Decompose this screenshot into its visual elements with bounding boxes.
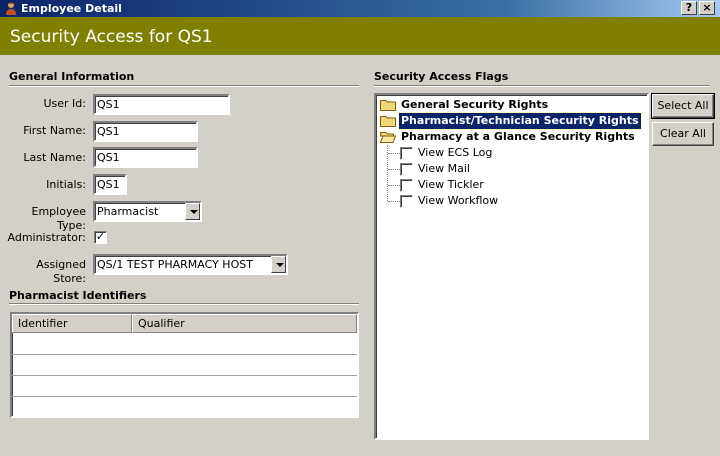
- column-header-identifier[interactable]: Identifier: [12, 314, 132, 333]
- administrator-checkbox[interactable]: ✓: [94, 231, 107, 244]
- security-access-flags-title: Security Access Flags: [374, 70, 509, 83]
- tree-node-pharmacy-at-a-glance-security-rights[interactable]: Pharmacy at a Glance Security Rights: [380, 129, 640, 145]
- section-divider: [374, 85, 710, 87]
- tree-node-label: General Security Rights: [401, 98, 549, 111]
- view-mail-checkbox[interactable]: [400, 163, 413, 176]
- view-workflow-checkbox[interactable]: [400, 195, 413, 208]
- tree-leaf-view-workflow[interactable]: View Workflow: [400, 193, 600, 209]
- tree-connector: [388, 153, 400, 154]
- tree-leaf-view-ecs-log[interactable]: View ECS Log: [400, 145, 600, 161]
- chevron-down-icon[interactable]: [185, 203, 200, 220]
- tree-connector: [388, 185, 400, 186]
- page-header: Security Access for QS1: [0, 17, 720, 59]
- view-tickler-checkbox[interactable]: [400, 179, 413, 192]
- first-name-field[interactable]: QS1: [93, 121, 198, 142]
- tree-node-pharmacist-technician-security-rights[interactable]: Pharmacist/Technician Security Rights: [380, 112, 642, 130]
- assigned-store-select[interactable]: QS/1 TEST PHARMACY HOST: [93, 254, 288, 275]
- last-name-label: Last Name:: [23, 151, 86, 164]
- employee-type-select[interactable]: Pharmacist: [93, 201, 202, 222]
- last-name-field[interactable]: QS1: [93, 147, 198, 168]
- pharmacist-identifiers-title: Pharmacist Identifiers: [9, 289, 147, 302]
- security-tree[interactable]: General Security Rights Pharmacist/Techn…: [374, 93, 649, 440]
- tree-leaf-label: View ECS Log: [418, 146, 493, 159]
- column-header-qualifier[interactable]: Qualifier: [132, 314, 357, 333]
- tree-node-label: Pharmacist/Technician Security Rights: [398, 112, 642, 130]
- tree-leaf-label: View Workflow: [418, 194, 499, 207]
- tree-leaf-view-mail[interactable]: View Mail: [400, 161, 600, 177]
- tree-connector: [388, 169, 400, 170]
- section-divider: [9, 85, 359, 87]
- tree-leaf-label: View Mail: [418, 162, 470, 175]
- select-all-button[interactable]: Select All: [651, 93, 715, 119]
- view-ecs-log-checkbox[interactable]: [400, 147, 413, 160]
- clear-all-button[interactable]: Clear All: [652, 122, 714, 146]
- first-name-label: First Name:: [23, 124, 86, 137]
- close-button[interactable]: ×: [699, 1, 715, 15]
- window-title-bar[interactable]: Employee Detail ? ×: [0, 0, 720, 17]
- assigned-store-label: Assigned Store:: [36, 258, 86, 285]
- tree-connector: [388, 201, 400, 202]
- identifiers-table[interactable]: Identifier Qualifier: [10, 312, 359, 418]
- section-divider: [9, 303, 359, 305]
- tree-leaf-label: View Tickler: [418, 178, 484, 191]
- table-row[interactable]: [12, 354, 357, 355]
- help-button[interactable]: ?: [681, 1, 697, 15]
- folder-icon: [380, 116, 396, 127]
- assigned-store-value: QS/1 TEST PHARMACY HOST: [97, 258, 253, 271]
- window-title: Employee Detail: [21, 2, 122, 15]
- initials-label: Initials:: [46, 178, 86, 191]
- table-row[interactable]: [12, 375, 357, 376]
- user-icon: [6, 2, 16, 15]
- user-id-field[interactable]: QS1: [93, 94, 230, 115]
- folder-icon: [380, 100, 396, 111]
- administrator-label: Administrator:: [7, 231, 87, 244]
- tree-leaf-view-tickler[interactable]: View Tickler: [400, 177, 600, 193]
- user-id-label: User Id:: [43, 97, 86, 110]
- employee-type-value: Pharmacist: [97, 205, 159, 218]
- employee-type-label: Employee Type:: [31, 205, 86, 232]
- chevron-down-icon[interactable]: [271, 256, 286, 273]
- initials-field[interactable]: QS1: [93, 174, 127, 195]
- general-information-title: General Information: [9, 70, 135, 83]
- folder-open-icon: [380, 132, 396, 143]
- tree-node-label: Pharmacy at a Glance Security Rights: [401, 130, 635, 143]
- table-row[interactable]: [12, 396, 357, 397]
- page-title: Security Access for QS1: [10, 27, 213, 47]
- tree-node-general-security-rights[interactable]: General Security Rights: [380, 97, 640, 113]
